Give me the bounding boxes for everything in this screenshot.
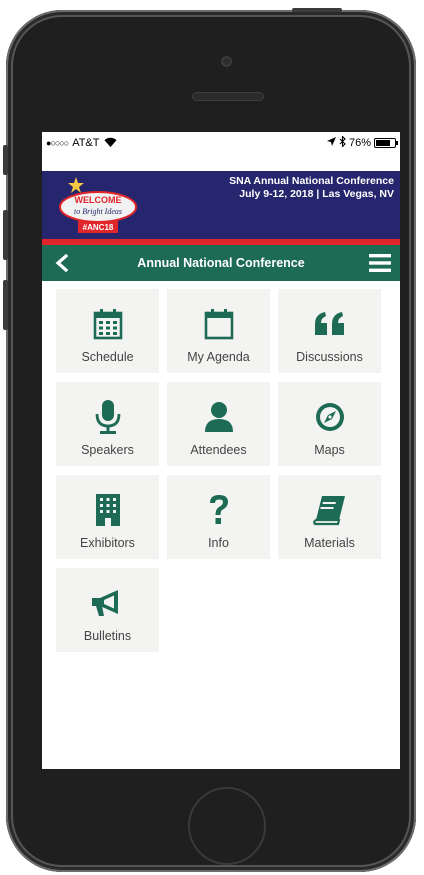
- conference-logo: WELCOME to Bright Ideas #ANC18: [56, 175, 140, 237]
- book-icon: [310, 492, 350, 528]
- hamburger-icon: [368, 254, 391, 272]
- megaphone-icon: [88, 585, 128, 621]
- calendar-empty-icon: [199, 306, 239, 342]
- signal-dots-icon: ●○○○○: [46, 138, 69, 148]
- home-button[interactable]: [188, 787, 266, 865]
- tile-materials[interactable]: Materials: [278, 475, 381, 559]
- feature-grid: Schedule My Agenda Discussions Speakers …: [42, 281, 400, 652]
- app-screen: ●○○○○ AT&T 76% WELCOME to Bright Ideas #…: [42, 132, 400, 769]
- calendar-grid-icon: [88, 306, 128, 342]
- earpiece-speaker: [192, 92, 264, 101]
- carrier-name: AT&T: [72, 137, 100, 149]
- tile-maps[interactable]: Maps: [278, 382, 381, 466]
- tile-info[interactable]: Info: [167, 475, 270, 559]
- compass-icon: [310, 399, 350, 435]
- tile-discussions[interactable]: Discussions: [278, 289, 381, 373]
- front-camera: [221, 56, 232, 67]
- tile-label: Attendees: [190, 443, 247, 457]
- tile-label: My Agenda: [187, 350, 250, 364]
- mute-switch: [3, 145, 8, 175]
- menu-button[interactable]: [368, 251, 392, 275]
- tile-exhibitors[interactable]: Exhibitors: [56, 475, 159, 559]
- bluetooth-icon: [339, 135, 346, 150]
- tile-attendees[interactable]: Attendees: [167, 382, 270, 466]
- quote-icon: [310, 306, 350, 342]
- power-button: [292, 8, 342, 12]
- battery-percent: 76%: [348, 137, 371, 149]
- tile-speakers[interactable]: Speakers: [56, 382, 159, 466]
- chevron-left-icon: [55, 254, 69, 272]
- volume-up-button: [3, 210, 8, 260]
- svg-text:WELCOME: WELCOME: [75, 195, 122, 205]
- back-button[interactable]: [50, 251, 74, 275]
- tile-label: Bulletins: [83, 629, 132, 643]
- nav-title: Annual National Conference: [137, 256, 305, 270]
- user-icon: [199, 399, 239, 435]
- navigation-bar: Annual National Conference: [42, 245, 400, 281]
- wifi-icon: [104, 137, 117, 150]
- battery-icon: [374, 138, 398, 148]
- location-icon: [326, 137, 336, 149]
- microphone-icon: [88, 399, 128, 435]
- conference-title: SNA Annual National Conference: [229, 175, 394, 187]
- tile-my-agenda[interactable]: My Agenda: [167, 289, 270, 373]
- tile-schedule[interactable]: Schedule: [56, 289, 159, 373]
- building-icon: [88, 492, 128, 528]
- tile-bulletins[interactable]: Bulletins: [56, 568, 159, 652]
- volume-down-button: [3, 280, 8, 330]
- tile-label: Info: [208, 536, 229, 550]
- tile-label: Materials: [304, 536, 355, 550]
- question-icon: [199, 492, 239, 528]
- status-bar: ●○○○○ AT&T 76%: [42, 132, 400, 154]
- tile-label: Maps: [314, 443, 345, 457]
- tile-label: Schedule: [81, 350, 134, 364]
- conference-dates: July 9-12, 2018 | Las Vegas, NV: [239, 188, 394, 200]
- svg-text:to Bright Ideas: to Bright Ideas: [74, 207, 122, 216]
- tile-label: Exhibitors: [80, 536, 135, 550]
- svg-text:#ANC18: #ANC18: [83, 223, 114, 232]
- conference-banner: WELCOME to Bright Ideas #ANC18 SNA Annua…: [42, 171, 400, 245]
- tile-label: Speakers: [81, 443, 134, 457]
- tile-label: Discussions: [296, 350, 363, 364]
